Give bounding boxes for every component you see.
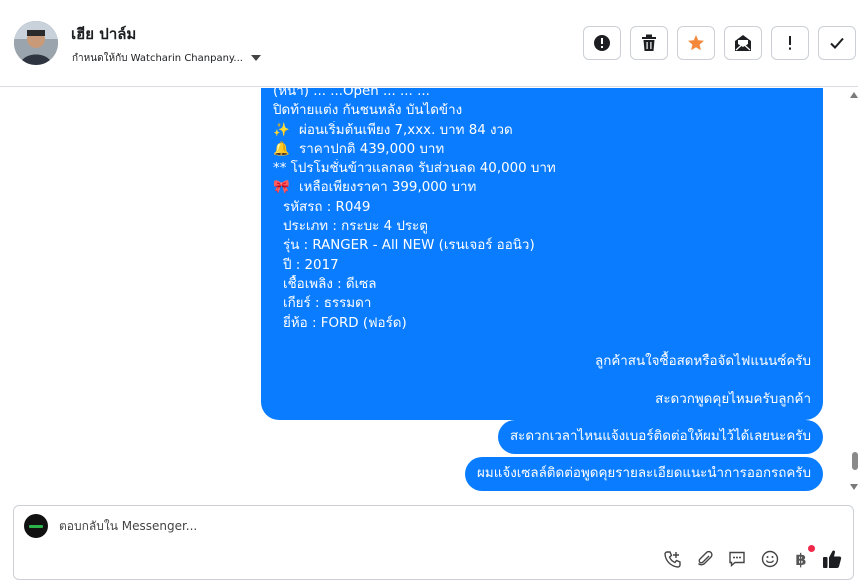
chevron-down-icon	[250, 55, 261, 61]
listing-line: เกียร์ : ธรรมดา	[273, 294, 811, 313]
star-icon	[688, 35, 704, 51]
thread-scrollbar[interactable]	[846, 88, 858, 496]
exclamation-circle-icon	[594, 35, 610, 51]
listing-line-text: รุ่น : RANGER - All NEW (เรนเจอร์ ออนิว)	[283, 238, 535, 254]
assignee-label: กำหนดให้กับ Watcharin Chanpany...	[72, 52, 243, 64]
listing-line: ** โปรโมชั่นข้าวแลกลด รับส่วนลด 40,000 บ…	[273, 159, 811, 178]
listing-line-text: ประเภท : กระบะ 4 ประตู	[283, 219, 428, 235]
listing-line: รหัสรถ : R049	[273, 198, 811, 217]
reply-input[interactable]	[59, 519, 659, 533]
emoji-icon: 🔔	[273, 141, 290, 157]
listing-line: 🔔 ราคาปกติ 439,000 บาท	[273, 140, 811, 159]
listing-line: ประเภท : กระบะ 4 ประตู	[273, 217, 811, 236]
page-avatar	[24, 514, 48, 538]
message-bubble[interactable]: ลูกค้าสนใจซื้อสดหรือจัดไฟแนนซ์ครับ	[583, 345, 823, 379]
listing-line-text: ราคาปกติ 439,000 บาท	[299, 141, 445, 157]
listing-line: เชื้อเพลิง : ดีเซล	[273, 275, 811, 294]
message-bubble[interactable]: สะดวกพูดคุยไหมครับลูกค้า	[643, 383, 823, 417]
reply-composer: ฿	[13, 505, 854, 580]
listing-line-text: เหลือเพียงราคา 399,000 บาท	[299, 180, 477, 196]
listing-line-text: รหัสรถ : R049	[283, 199, 371, 215]
emoji-icon: ✨	[273, 122, 290, 138]
delete-button[interactable]	[630, 26, 668, 60]
mark-done-button[interactable]	[818, 26, 856, 60]
like-icon[interactable]	[821, 548, 843, 570]
emoji-icon: 🎀	[273, 180, 290, 196]
phone-add-icon[interactable]	[662, 548, 684, 570]
listing-line: รุ่น : RANGER - All NEW (เรนเจอร์ ออนิว)	[273, 236, 811, 255]
attachment-icon[interactable]	[694, 548, 716, 570]
mark-unread-button[interactable]	[724, 26, 762, 60]
listing-line: ✨ ผ่อนเริ่มต้นเพียง 7,xxx. บาท 84 งวด	[273, 121, 811, 140]
message-thread[interactable]: (หน้า) ... ...Open ... ... ... ปิดท้ายแต่…	[0, 88, 846, 496]
listing-line-text: เกียร์ : ธรรมดา	[283, 296, 372, 312]
conversation-actions	[583, 26, 856, 60]
listing-line-text: (หน้า) ... ...Open ... ... ...	[273, 88, 430, 99]
listing-line: ปิดท้ายแต่ง กันชนหลัง บันไดข้าง	[273, 101, 811, 120]
message-bubble[interactable]: สะดวกเวลาไหนแจ้งเบอร์ติดต่อให้ผมไว้ได้เล…	[497, 420, 823, 454]
envelope-open-icon	[735, 35, 751, 51]
listing-line-text: ** โปรโมชั่นข้าวแลกลด รับส่วนลด 40,000 บ…	[273, 161, 556, 177]
exclamation-icon	[789, 36, 791, 50]
listing-line-text: ผ่อนเริ่มต้นเพียง 7,xxx. บาท 84 งวด	[299, 122, 513, 138]
baht-symbol: ฿	[795, 549, 807, 569]
listing-line-text: ปี : 2017	[283, 257, 339, 273]
notification-dot	[808, 545, 815, 552]
message-bubble[interactable]: ผมแจ้งเซลล์ติดต่อพูดคุยรายละเอียดแนะนำกา…	[465, 457, 823, 491]
star-button[interactable]	[677, 26, 715, 60]
saved-reply-icon[interactable]	[726, 548, 748, 570]
scroll-up-arrow-icon[interactable]	[850, 92, 858, 98]
follow-up-button[interactable]	[771, 26, 809, 60]
contact-avatar[interactable]	[14, 21, 58, 65]
listing-line-text: เชื้อเพลิง : ดีเซล	[283, 276, 377, 292]
listing-line-text: ยี่ห้อ : FORD (ฟอร์ด)	[283, 315, 407, 331]
check-icon	[830, 37, 844, 49]
listing-line: 🎀 เหลือเพียงราคา 399,000 บาท	[273, 178, 811, 197]
trash-icon	[642, 34, 656, 51]
listing-line: ยี่ห้อ : FORD (ฟอร์ด)	[273, 314, 811, 333]
emoji-icon[interactable]	[759, 548, 781, 570]
conversation-header: เฮีย ปาล์ม กำหนดให้กับ Watcharin Chanpan…	[0, 0, 858, 87]
scrollbar-thumb[interactable]	[852, 452, 858, 470]
listing-line: ปี : 2017	[273, 256, 811, 275]
listing-line-text: ปิดท้ายแต่ง กันชนหลัง บันไดข้าง	[273, 103, 463, 119]
mark-spam-button[interactable]	[583, 26, 621, 60]
assignee-dropdown[interactable]: กำหนดให้กับ Watcharin Chanpany...	[66, 46, 267, 70]
scroll-down-arrow-icon[interactable]	[850, 484, 858, 490]
contact-name[interactable]: เฮีย ปาล์ม	[71, 22, 136, 46]
listing-line: (หน้า) ... ...Open ... ... ...	[273, 88, 811, 101]
